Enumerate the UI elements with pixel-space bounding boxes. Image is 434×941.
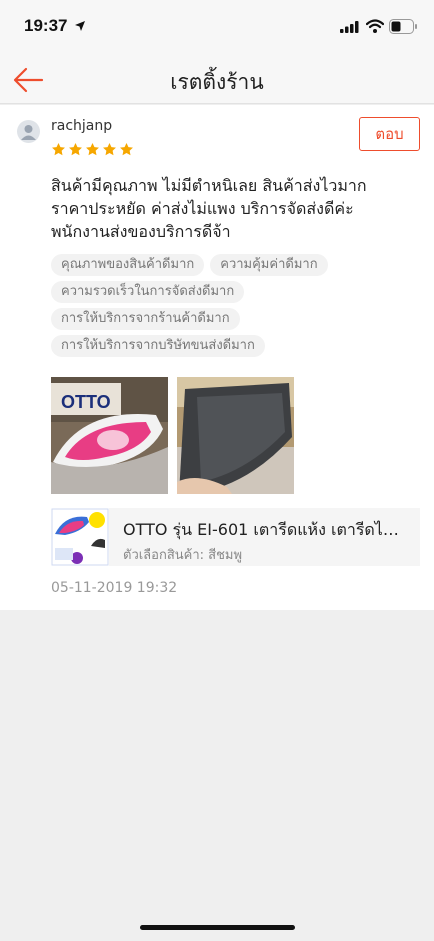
product-variant: ตัวเลือกสินค้า: สีชมพู — [123, 548, 243, 563]
location-arrow-icon — [75, 21, 85, 31]
reviewer-username: rachjanp — [51, 118, 113, 134]
product-name: OTTO รุ่น EI-601 เตารีดแห้ง เตารีดไฟ... — [123, 520, 408, 539]
user-icon — [21, 125, 36, 140]
review-tag: การให้บริการจากร้านค้าดีมาก — [51, 308, 240, 330]
review-date: 05-11-2019 19:32 — [51, 580, 178, 596]
home-indicator — [140, 925, 295, 930]
review-card: rachjanp ตอบ สินค้ามีคุณภาพ ไม่มีตำหนิเล… — [0, 105, 434, 610]
star-icon — [51, 142, 66, 161]
review-text: สินค้ามีคุณภาพ ไม่มีตำหนิเลย สินค้าส่งไว… — [51, 176, 367, 241]
review-photo[interactable]: OTTO — [51, 377, 168, 494]
status-bar: 19:37 — [0, 0, 434, 56]
reply-button[interactable]: ตอบ — [359, 117, 420, 151]
avatar[interactable] — [17, 120, 40, 143]
svg-text:OTTO: OTTO — [61, 392, 111, 412]
star-icon — [119, 142, 134, 161]
cellular-signal-icon — [340, 21, 359, 33]
wifi-icon — [366, 19, 384, 33]
review-tags: คุณภาพของสินค้าดีมาก ความคุ้มค่าดีมาก ควา… — [51, 253, 421, 361]
review-tag: ความรวดเร็วในการจัดส่งดีมาก — [51, 281, 245, 303]
review-tag: การให้บริการจากบริษัทขนส่งดีมาก — [51, 335, 265, 357]
page-title: เรตติ้งร้าน — [170, 70, 264, 94]
star-icon — [68, 142, 83, 161]
star-icon — [85, 142, 100, 161]
status-time: 19:37 — [24, 16, 68, 35]
review-tag: ความคุ้มค่าดีมาก — [210, 254, 328, 276]
battery-icon — [389, 19, 417, 34]
review-tag: คุณภาพของสินค้าดีมาก — [51, 254, 205, 276]
product-thumbnail — [51, 508, 109, 566]
product-link[interactable]: OTTO รุ่น EI-601 เตารีดแห้ง เตารีดไฟ... … — [51, 508, 420, 566]
star-rating — [51, 142, 136, 158]
star-icon — [102, 142, 117, 161]
review-photo[interactable] — [177, 377, 294, 494]
navigation-bar: เรตติ้งร้าน — [0, 56, 434, 104]
